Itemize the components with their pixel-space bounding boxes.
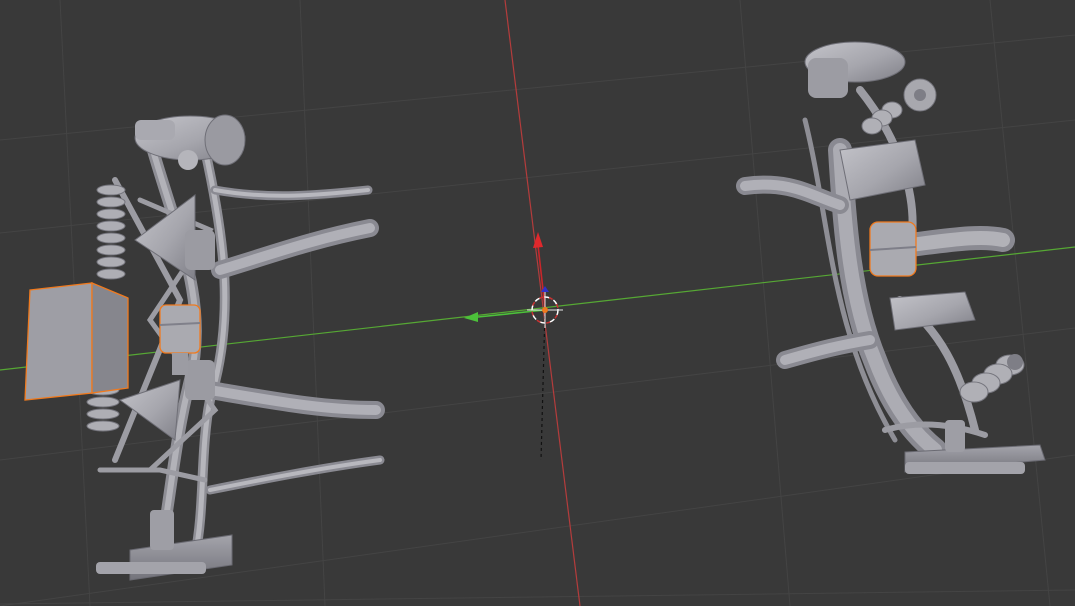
right-selected-damper[interactable] [869, 221, 917, 277]
right-lower-bushing [1007, 354, 1023, 370]
left-selected-box[interactable] [24, 282, 129, 401]
3d-viewport[interactable] [0, 0, 1075, 606]
3d-cursor-center-dot [542, 307, 548, 313]
